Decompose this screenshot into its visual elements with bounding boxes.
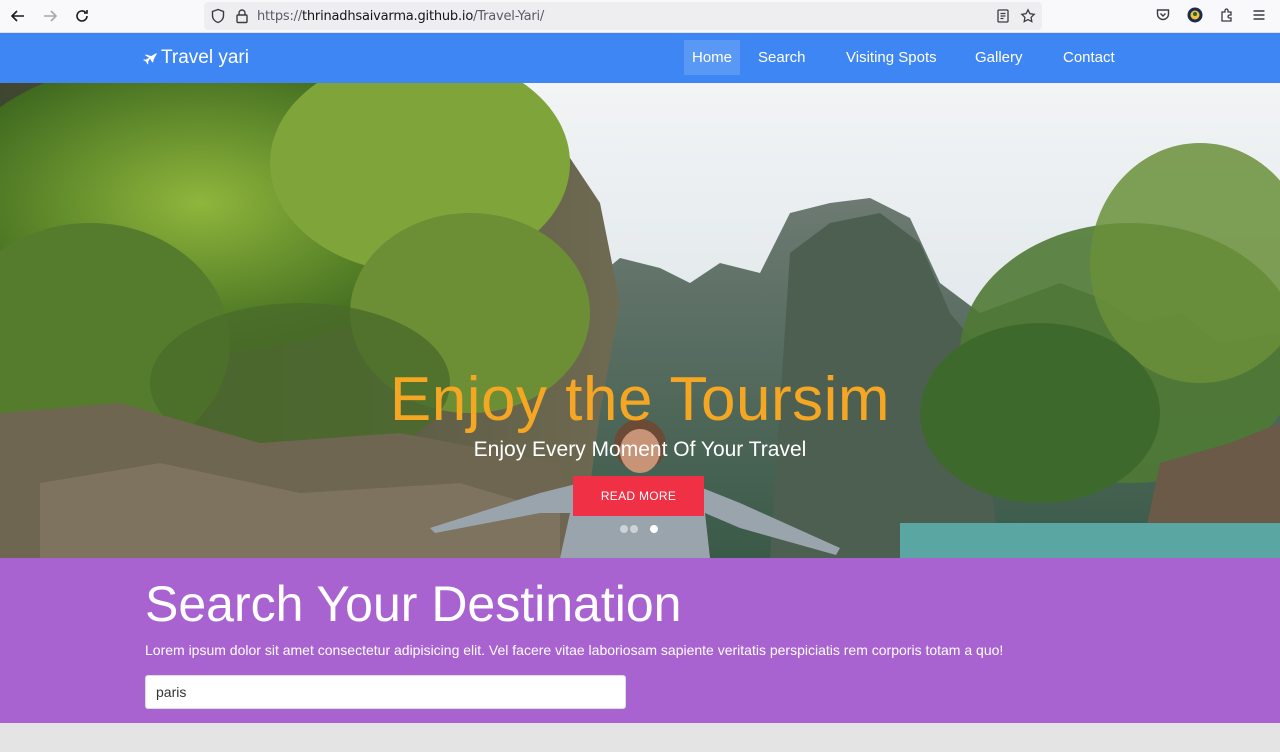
- nav-link-visiting-spots[interactable]: Visiting Spots: [838, 40, 945, 75]
- carousel-indicators: [620, 525, 658, 533]
- carousel-dot[interactable]: [630, 525, 638, 533]
- url-text: https://thrinadhsaivarma.github.io/Trave…: [257, 9, 544, 24]
- search-section-title: Search Your Destination: [145, 576, 682, 632]
- shield-icon[interactable]: [210, 8, 226, 24]
- carousel-dot[interactable]: [620, 525, 628, 533]
- extensions-puzzle-icon[interactable]: [1218, 6, 1236, 24]
- pocket-icon[interactable]: [1154, 6, 1172, 24]
- search-section: Search Your Destination Lorem ipsum dolo…: [0, 558, 1280, 723]
- url-path: /Travel-Yari/: [473, 9, 545, 24]
- brand-logo[interactable]: Travel yari: [143, 47, 249, 69]
- search-section-description: Lorem ipsum dolor sit amet consectetur a…: [145, 642, 1004, 658]
- reload-icon[interactable]: [71, 5, 93, 27]
- address-bar[interactable]: https://thrinadhsaivarma.github.io/Trave…: [204, 2, 1042, 30]
- destination-search-input[interactable]: [145, 675, 626, 709]
- nav-link-home[interactable]: Home: [684, 40, 741, 75]
- menu-hamburger-icon[interactable]: [1250, 6, 1268, 24]
- browser-toolbar: https://thrinadhsaivarma.github.io/Trave…: [0, 0, 1280, 33]
- reader-view-icon[interactable]: [995, 8, 1011, 24]
- site-navbar: Travel yari Home Search Visiting Spots G…: [0, 33, 1280, 83]
- hero-carousel: Enjoy the Toursim Enjoy Every Moment Of …: [0, 83, 1280, 558]
- hero-subtitle: Enjoy Every Moment Of Your Travel: [473, 438, 807, 461]
- forward-icon[interactable]: [39, 5, 61, 27]
- nav-link-contact[interactable]: Contact: [1055, 40, 1123, 75]
- url-host: thrinadhsaivarma.github.io: [302, 9, 474, 24]
- bookmark-star-icon[interactable]: [1020, 8, 1036, 24]
- brand-name: Travel yari: [161, 47, 249, 68]
- back-icon[interactable]: [7, 5, 29, 27]
- airplane-icon: [143, 52, 157, 64]
- nav-link-search[interactable]: Search: [750, 40, 814, 75]
- hero-title: Enjoy the Toursim: [389, 365, 891, 434]
- lock-icon[interactable]: [234, 8, 250, 24]
- read-more-button[interactable]: READ MORE: [573, 476, 704, 516]
- extension-avatar-icon[interactable]: [1186, 6, 1204, 24]
- nav-link-gallery[interactable]: Gallery: [967, 40, 1031, 75]
- url-prefix: https://: [257, 9, 302, 24]
- carousel-dot-active[interactable]: [650, 525, 658, 533]
